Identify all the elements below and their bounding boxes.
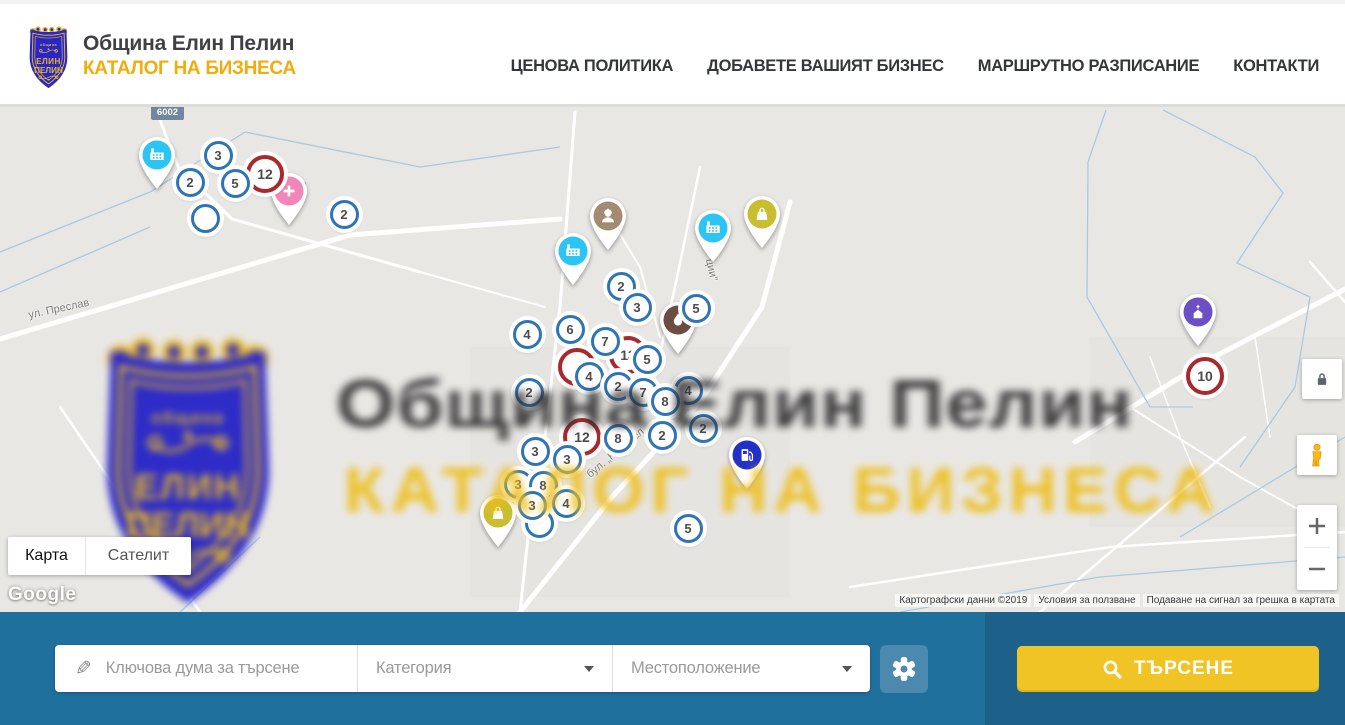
cluster-marker[interactable]: 6 <box>556 315 585 344</box>
church-pin-marker[interactable] <box>1175 291 1221 348</box>
cluster-marker[interactable]: 3 <box>553 445 582 474</box>
keyword-placeholder: Ключова дума за търсене <box>106 659 300 678</box>
category-select[interactable]: Категория <box>357 645 612 692</box>
gear-icon <box>891 656 917 682</box>
header: Община Елин Пелин КАТАЛОГ НА БИЗНЕСА ЦЕН… <box>0 0 1345 107</box>
map-type-control: Карта Сателит <box>8 537 191 575</box>
cluster-marker[interactable]: 5 <box>674 514 703 543</box>
bag-pin-marker[interactable] <box>739 193 785 250</box>
attribution-terms-link[interactable]: Условия за ползване <box>1034 594 1139 607</box>
search-button[interactable]: ТЪРСЕНЕ <box>1017 646 1319 692</box>
map-attribution: Картографски данни ©2019 Условия за полз… <box>895 594 1339 607</box>
search-bar: ✎ Ключова дума за търсене Категория Мест… <box>0 612 1345 725</box>
fullscreen-lock-button[interactable] <box>1302 359 1342 399</box>
factory-pin-marker[interactable] <box>134 134 180 191</box>
cluster-marker[interactable]: 8 <box>604 424 633 453</box>
search-button-label: ТЪРСЕНЕ <box>1134 658 1234 680</box>
cluster-marker[interactable]: 2 <box>330 200 359 229</box>
map-type-map-button[interactable]: Карта <box>8 537 85 575</box>
cluster-marker[interactable]: 3 <box>623 293 652 322</box>
cluster-marker[interactable]: 2 <box>604 372 633 401</box>
cluster-marker[interactable]: 4 <box>552 489 581 518</box>
main-nav: ЦЕНОВА ПОЛИТИКА ДОБАВЕТЕ ВАШИЯТ БИЗНЕС М… <box>511 57 1319 76</box>
map-type-satellite-button[interactable]: Сателит <box>85 537 191 575</box>
attribution-copyright: Картографски данни ©2019 <box>895 594 1031 607</box>
cluster-marker[interactable]: 12 <box>246 155 284 193</box>
nav-pricing-policy[interactable]: ЦЕНОВА ПОЛИТИКА <box>511 57 674 76</box>
cluster-marker[interactable]: 8 <box>651 387 680 416</box>
search-icon <box>1102 659 1123 680</box>
cluster-marker[interactable]: 2 <box>176 168 205 197</box>
lock-icon <box>1312 369 1332 389</box>
nav-route-schedule[interactable]: МАРШРУТНО РАЗПИСАНИЕ <box>978 57 1199 76</box>
cluster-marker[interactable]: 3 <box>518 491 547 520</box>
cluster-marker[interactable]: 5 <box>221 169 250 198</box>
pegman-icon <box>1306 443 1328 467</box>
minus-icon <box>1308 560 1326 578</box>
chevron-down-icon <box>584 666 594 672</box>
factory-pin-marker[interactable] <box>690 207 736 264</box>
factory-pin-marker[interactable] <box>550 230 596 287</box>
cluster-marker[interactable]: 4 <box>575 362 604 391</box>
zoom-in-button[interactable] <box>1297 505 1337 547</box>
road-shield: 6002 <box>151 107 184 120</box>
logo-text: Община Елин Пелин КАТАЛОГ НА БИЗНЕСА <box>83 32 296 80</box>
chevron-down-icon <box>842 666 852 672</box>
plus-icon <box>1308 517 1326 535</box>
bag-pin-marker[interactable] <box>475 492 521 549</box>
advanced-options-button[interactable] <box>880 645 928 693</box>
site-title: Община Елин Пелин <box>83 32 296 56</box>
cluster-marker[interactable]: 4 <box>513 320 542 349</box>
attribution-report-error-link[interactable]: Подаване на сигнал за грешка в картата <box>1143 594 1339 607</box>
cluster-marker[interactable]: 10 <box>1186 357 1224 395</box>
location-selected-value: Местоположение <box>631 659 760 678</box>
fuel-pin-marker[interactable] <box>724 434 770 491</box>
cluster-marker[interactable]: 3 <box>521 437 550 466</box>
cluster-marker[interactable]: 2 <box>648 421 677 450</box>
search-fields-group: ✎ Ключова дума за търсене Категория Мест… <box>55 645 870 692</box>
cluster-marker[interactable]: 5 <box>633 345 662 374</box>
site-logo[interactable]: Община Елин Пелин КАТАЛОГ НА БИЗНЕСА <box>24 22 296 90</box>
site-subtitle: КАТАЛОГ НА БИЗНЕСА <box>83 58 296 80</box>
nav-add-your-business[interactable]: ДОБАВЕТЕ ВАШИЯТ БИЗНЕС <box>707 57 944 76</box>
category-selected-value: Категория <box>376 659 451 678</box>
map-viewport[interactable]: 6002 ул. Преславбул. „Новоселции" 123252… <box>0 107 1345 612</box>
cluster-marker[interactable]: 3 <box>204 141 233 170</box>
municipality-emblem-icon <box>24 22 73 90</box>
cluster-marker[interactable]: 5 <box>682 294 711 323</box>
pencil-icon: ✎ <box>75 656 92 681</box>
keyword-input[interactable]: ✎ Ключова дума за търсене <box>55 645 357 692</box>
cluster-marker[interactable]: 2 <box>515 378 544 407</box>
location-select[interactable]: Местоположение <box>612 645 870 692</box>
cluster-marker[interactable]: 7 <box>591 327 620 356</box>
page: община ЕЛИН ПЕЛИН <box>0 0 1345 725</box>
nav-contacts[interactable]: КОНТАКТИ <box>1233 57 1319 76</box>
street-view-pegman-button[interactable] <box>1297 435 1337 475</box>
cluster-marker[interactable]: 2 <box>689 414 718 443</box>
google-logo[interactable]: Google <box>8 584 76 606</box>
zoom-control <box>1297 505 1337 590</box>
cluster-marker[interactable] <box>191 204 220 233</box>
zoom-out-button[interactable] <box>1297 548 1337 590</box>
